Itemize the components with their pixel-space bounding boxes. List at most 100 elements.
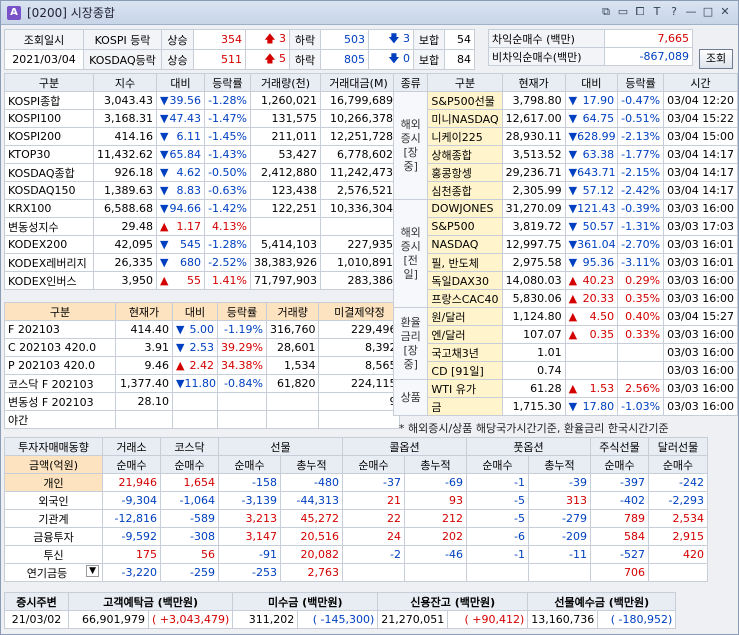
- table-row[interactable]: 변동성 F 20210328.10 9: [4, 392, 401, 411]
- table-row[interactable]: P 202103 420.0 9.46 ▲ 2.42 34.38% 1,534 8,565: [4, 356, 401, 375]
- change-cell: ▼ 94.66: [155, 199, 205, 218]
- table-row[interactable]: 심천종합 2,305.99 ▼ 57.12 -2.42% 03/04 14:17: [394, 181, 738, 200]
- table-row[interactable]: KRX100 6,588.68 ▼ 94.66 -1.42% 122,251 10,336,…: [4, 199, 397, 218]
- table-row[interactable]: 국고채3년 1.01 03/03 16:00: [394, 343, 738, 362]
- down-triangle-icon: ▼: [159, 130, 169, 143]
- table-row[interactable]: 외국인 -9,304 -1,064 -3,139 -44,313 21 93 -5 313 -40…: [4, 491, 708, 510]
- world-item-name: 엔/달러: [427, 325, 503, 344]
- table-row[interactable]: KOSDAQ종합 926.18 ▼ 4.62 -0.50% 2,412,880 11,242…: [4, 163, 397, 182]
- investor-name: 기관계: [4, 509, 103, 528]
- investor-value: 3,147: [218, 527, 281, 546]
- deriv-price: 9.46: [115, 356, 173, 375]
- investor-value: 202: [404, 527, 467, 546]
- table-row[interactable]: KOSPI100 3,168.31 ▼ 47.43 -1.47% 131,575 10,26…: [4, 109, 397, 128]
- world-price: 14,080.03: [501, 271, 566, 290]
- investor-group-header: 거래소: [102, 437, 161, 456]
- index-volume: 2,412,880: [249, 163, 321, 182]
- maximize-icon[interactable]: □: [701, 5, 715, 19]
- change-cell: ▲ 55: [155, 271, 205, 290]
- table-row[interactable]: 금융투자 -9,592 -308 3,147 20,516 24 202 -6 -209 584 2…: [4, 527, 708, 546]
- table-row[interactable]: C 202103 420.0 3.91 ▼ 2.53 39.29% 28,601 8,392: [4, 338, 401, 357]
- table-row[interactable]: 해외 증시 [전일] DOWJONES 31,270.09 ▼ 121.43 -0.39%…: [392, 199, 738, 308]
- world-time: 03/03 16:01: [663, 253, 738, 272]
- table-row[interactable]: 상품 WTI 유가 61.28 ▲ 1.53 2.56% 03/03 16:00: [392, 379, 738, 416]
- title-bar[interactable]: A [0200] 시장종합 ⧉ ▭ ⧠ T ? — □ ✕: [1, 1, 738, 25]
- investor-name[interactable]: 연기금등 ▼: [4, 563, 103, 582]
- index-amount: 227,935: [319, 235, 397, 254]
- table-row[interactable]: 필, 반도체 2,975.58 ▼ 95.36 -3.11% 03/03 16:01: [394, 253, 738, 272]
- index-name: KODEX200: [4, 235, 94, 254]
- deriv-volume: 316,760: [265, 320, 320, 339]
- date-value[interactable]: 2021/03/04: [4, 49, 84, 70]
- change-value: 20.33: [582, 292, 615, 305]
- index-amount: 1,010,891: [319, 253, 397, 272]
- table-row[interactable]: 니케이225 28,930.11 ▼ 628.99 -2.13% 03/04 15:00: [394, 127, 738, 146]
- table-row[interactable]: 연기금등 ▼ -3,220 -259 -253 2,763 706: [4, 563, 708, 582]
- table-row[interactable]: 홍콩항셍 29,236.71 ▼ 643.71 -2.15% 03/04 14:17: [394, 163, 738, 182]
- table-row[interactable]: S&P500 3,819.72 ▼ 50.57 -1.31% 03/03 17:03: [394, 217, 738, 236]
- table-row[interactable]: 엔/달러 107.07 ▲ 0.35 0.33% 03/03 16:00: [394, 325, 738, 344]
- close-icon[interactable]: ✕: [718, 5, 732, 19]
- world-item-name: WTI 유가: [427, 379, 503, 398]
- table-row[interactable]: 상해종합 3,513.52 ▼ 63.38 -1.77% 03/04 14:17: [394, 145, 738, 164]
- world-time: 03/04 15:22: [663, 109, 738, 128]
- table-row[interactable]: 코스닥 F 202103 1,377.40 ▼ 11.80 -0.84% 61,820 22…: [4, 374, 401, 393]
- change-cell: ▼ 680: [155, 253, 205, 272]
- investor-value: 2,763: [280, 563, 343, 582]
- dropdown-icon[interactable]: ▼: [86, 564, 99, 577]
- link-icon[interactable]: ⧉: [599, 5, 613, 19]
- world-time: 03/03 16:00: [663, 289, 738, 308]
- index-rate: -1.28%: [203, 235, 251, 254]
- table-row[interactable]: 미니NASDAQ 12,617.00 ▼ 64.75 -0.51% 03/04 15:22: [394, 109, 738, 128]
- deriv-rate: 34.38%: [217, 356, 267, 375]
- world-price: 2,975.58: [501, 253, 566, 272]
- change-value: 11.80: [184, 377, 216, 390]
- table-row[interactable]: 개인 21,946 1,654 -158 -480 -37 -69 -1 -39 -397 -242: [4, 473, 708, 492]
- market-funds-table: 증시주변 고객예탁금 (백만원) 미수금 (백만원) 신용잔고 (백만원) 선물…: [4, 592, 677, 629]
- table-row[interactable]: KOSPI종합 3,043.43 ▼ 39.56 -1.28% 1,260,021 16,7…: [4, 91, 397, 110]
- kospi-down: 503: [320, 29, 369, 50]
- down-triangle-icon: ▼: [159, 238, 169, 251]
- table-row[interactable]: NASDAQ 12,997.75 ▼ 361.04 -2.70% 03/03 16:01: [394, 235, 738, 254]
- investor-value: -209: [528, 527, 591, 546]
- index-amount: 2,576,521: [319, 181, 397, 200]
- table-row[interactable]: KODEX인버스 3,950 ▲ 55 1.41% 71,797,903 283,386: [4, 271, 397, 290]
- table-row[interactable]: 프랑스CAC40 5,830.06 ▲ 20.33 0.35% 03/03 16:00: [394, 289, 738, 308]
- table-row[interactable]: 금 1,715.30 ▼ 17.80 -1.03% 03/03 16:00: [394, 397, 738, 416]
- change-value: 94.66: [169, 202, 201, 215]
- investor-value: 175: [102, 545, 161, 564]
- dock-icon[interactable]: ▭: [616, 5, 630, 19]
- down-triangle-icon: ▼: [176, 323, 185, 336]
- table-row[interactable]: CD [91일] 0.74 03/03 16:00: [394, 361, 738, 380]
- table-row[interactable]: 기관계 -12,816 -589 3,213 45,272 22 212 -5 -279 789 2…: [4, 509, 708, 528]
- table-row[interactable]: 야간: [4, 410, 401, 429]
- table-row[interactable]: 투신 175 56 -91 20,082 -2 -46 -1 -11 -527 420: [4, 545, 708, 564]
- index-value: 3,950: [93, 271, 157, 290]
- change-cell: ▼ 39.56: [155, 91, 205, 110]
- investor-group-header: 콜옵션: [342, 437, 467, 456]
- restore-icon[interactable]: ⧠: [633, 5, 647, 19]
- table-row[interactable]: 환율 금리 [장중] 원/달러 1,124.80 ▲ 4.50 0.40% 03/04 15…: [392, 307, 738, 380]
- world-col-header: 등락률: [617, 73, 665, 92]
- table-row[interactable]: F 202103 414.40 ▼ 5.00 -1.19% 316,760 229,496: [4, 320, 401, 339]
- table-row[interactable]: 독일DAX30 14,080.03 ▲ 40.23 0.29% 03/03 16:00: [394, 271, 738, 290]
- help-icon[interactable]: ?: [667, 5, 681, 19]
- index-value: 3,043.43: [93, 91, 157, 110]
- kosdaq-label: KOSDAQ등락: [83, 49, 162, 70]
- table-row[interactable]: 변동성지수 29.48 ▲ 1.17 4.13%: [4, 217, 397, 236]
- minimize-icon[interactable]: —: [684, 5, 698, 19]
- index-rate: -1.45%: [203, 127, 251, 146]
- inquiry-button[interactable]: 조회: [699, 49, 733, 69]
- table-row[interactable]: KOSDAQ150 1,389.63 ▼ 8.83 -0.63% 123,438 2,576…: [4, 181, 397, 200]
- font-icon[interactable]: T: [650, 5, 664, 19]
- table-row[interactable]: 해외 증시 [장중] S&P500선물 3,798.80 ▼ 17.90 -0.47% 03…: [392, 91, 738, 200]
- index-amount: 283,386: [319, 271, 397, 290]
- investor-value: -91: [218, 545, 281, 564]
- table-row[interactable]: KODEX레버리지 26,335 ▼ 680 -2.52% 38,383,926 1,010…: [4, 253, 397, 272]
- deriv-open-interest: 8,565: [318, 356, 401, 375]
- table-row[interactable]: KTOP30 11,432.62 ▼ 65.84 -1.43% 53,427 6,778,6…: [4, 145, 397, 164]
- index-name: KODEX레버리지: [4, 253, 94, 272]
- investor-value: [342, 563, 405, 582]
- table-row[interactable]: KOSPI200 414.16 ▼ 6.11 -1.45% 211,011 12,251,7…: [4, 127, 397, 146]
- table-row[interactable]: KODEX200 42,095 ▼ 545 -1.28% 5,414,103 227,935: [4, 235, 397, 254]
